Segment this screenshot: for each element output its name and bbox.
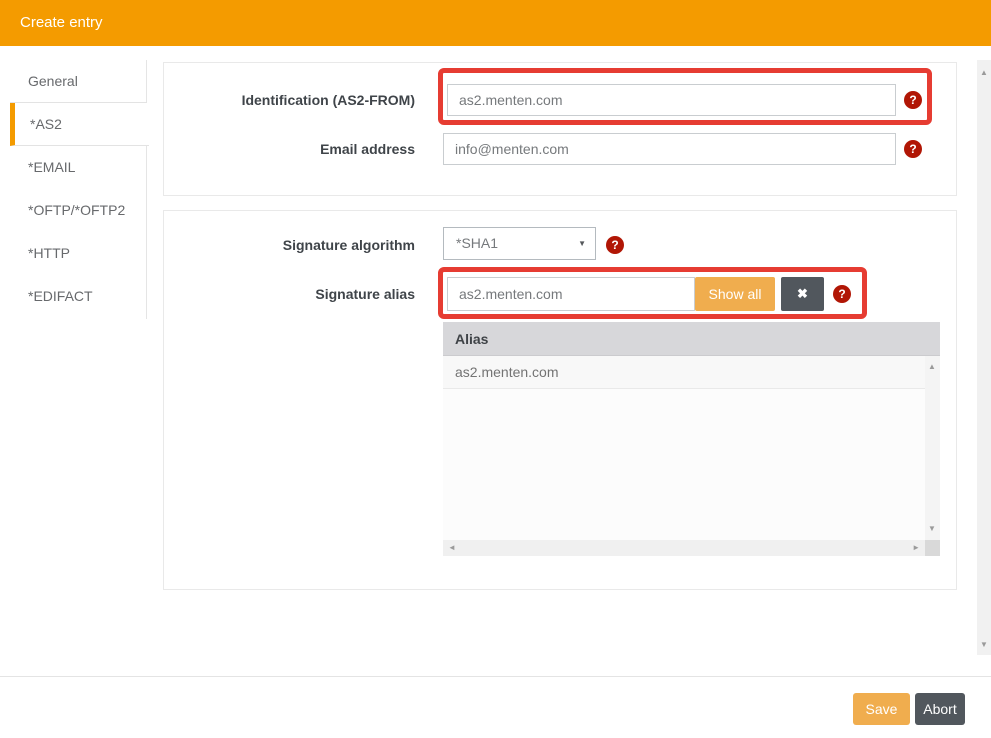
sidebar-tab-oftp[interactable]: *OFTP/*OFTP2 bbox=[10, 189, 147, 232]
sidebar-tab-as2[interactable]: *AS2 bbox=[10, 103, 149, 146]
scroll-up-icon[interactable]: ▲ bbox=[928, 363, 936, 371]
identification-panel bbox=[163, 62, 957, 196]
scroll-left-icon[interactable]: ◄ bbox=[448, 544, 456, 552]
sidebar-tab-general[interactable]: General bbox=[10, 60, 147, 103]
page-scroll-up-icon[interactable]: ▲ bbox=[980, 69, 988, 77]
alias-table-vertical-scrollbar[interactable]: ▲ ▼ bbox=[925, 356, 940, 540]
scroll-right-icon[interactable]: ► bbox=[912, 544, 920, 552]
abort-button[interactable]: Abort bbox=[915, 693, 965, 725]
signature-alias-label: Signature alias bbox=[180, 286, 415, 303]
clear-alias-button[interactable]: ✖ bbox=[781, 277, 824, 311]
identification-label: Identification (AS2-FROM) bbox=[180, 92, 415, 109]
alias-table-header: Alias bbox=[443, 322, 940, 356]
identification-input[interactable] bbox=[447, 84, 896, 116]
alias-table-row[interactable]: as2.menten.com bbox=[443, 356, 925, 389]
sidebar-tab-edifact[interactable]: *EDIFACT bbox=[10, 275, 147, 318]
scroll-down-icon[interactable]: ▼ bbox=[928, 525, 936, 533]
identification-help-icon[interactable]: ? bbox=[904, 91, 922, 109]
sidebar-tab-email[interactable]: *EMAIL bbox=[10, 146, 147, 189]
save-button[interactable]: Save bbox=[853, 693, 910, 725]
page-vertical-scrollbar[interactable]: ▲ ▼ bbox=[977, 60, 991, 655]
email-input[interactable] bbox=[443, 133, 896, 165]
signature-alias-input[interactable] bbox=[447, 277, 695, 311]
dialog-header: Create entry bbox=[0, 0, 991, 46]
chevron-down-icon: ▼ bbox=[578, 228, 586, 259]
signature-algorithm-help-icon[interactable]: ? bbox=[606, 236, 624, 254]
dialog-title: Create entry bbox=[20, 0, 103, 46]
signature-algorithm-select[interactable]: *SHA1 ▼ bbox=[443, 227, 596, 260]
alias-table-scroll-corner bbox=[925, 540, 940, 556]
footer-divider bbox=[0, 676, 991, 677]
email-help-icon[interactable]: ? bbox=[904, 140, 922, 158]
signature-algorithm-label: Signature algorithm bbox=[180, 237, 415, 254]
email-label: Email address bbox=[180, 141, 415, 158]
show-all-button[interactable]: Show all bbox=[695, 277, 775, 311]
page-scroll-down-icon[interactable]: ▼ bbox=[980, 641, 988, 649]
clear-icon: ✖ bbox=[797, 286, 808, 301]
sidebar-tab-http[interactable]: *HTTP bbox=[10, 232, 147, 275]
signature-algorithm-value: *SHA1 bbox=[456, 235, 498, 251]
alias-table-horizontal-scrollbar[interactable]: ◄ ► bbox=[443, 540, 925, 556]
signature-alias-help-icon[interactable]: ? bbox=[833, 285, 851, 303]
